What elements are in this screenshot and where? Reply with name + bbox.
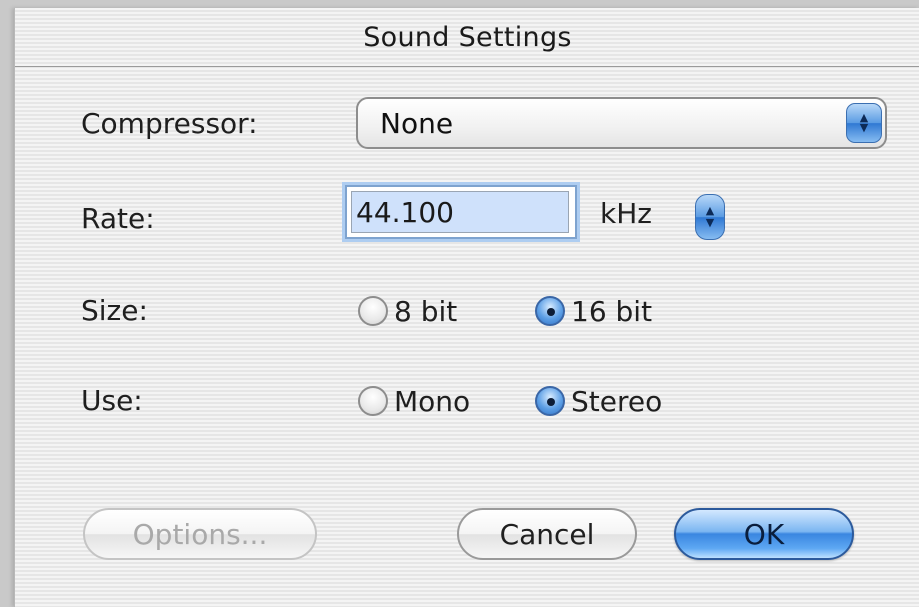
radio-unselected-icon <box>358 296 388 326</box>
title-bar[interactable]: Sound Settings <box>15 8 919 67</box>
rate-unit: kHz <box>600 197 652 230</box>
popup-arrows-icon: ▲ ▼ <box>846 103 882 143</box>
size-radio-8bit[interactable]: 8 bit <box>358 291 457 331</box>
compressor-value: None <box>380 107 454 140</box>
rate-field-focus-ring <box>345 185 577 239</box>
rate-input[interactable] <box>351 191 569 233</box>
radio-unselected-icon <box>358 386 388 416</box>
window-title: Sound Settings <box>363 22 572 53</box>
compressor-label: Compressor: <box>81 107 258 140</box>
stepper-down-icon[interactable]: ▼ <box>706 217 714 229</box>
size-label: Size: <box>81 294 148 327</box>
use-label: Use: <box>81 384 143 417</box>
options-button[interactable]: Options... <box>83 508 317 560</box>
use-radio-stereo[interactable]: Stereo <box>535 381 662 421</box>
size-radio-16bit-label: 16 bit <box>571 294 653 328</box>
sound-settings-dialog: Sound Settings Compressor: None ▲ ▼ Rate:… <box>14 8 919 607</box>
radio-selected-icon <box>535 386 565 416</box>
compressor-popup[interactable]: None ▲ ▼ <box>356 97 887 149</box>
cancel-button[interactable]: Cancel <box>457 508 637 560</box>
rate-stepper[interactable]: ▲ ▼ <box>695 194 725 240</box>
size-radio-8bit-label: 8 bit <box>394 294 458 328</box>
radio-selected-icon <box>535 296 565 326</box>
use-radio-mono[interactable]: Mono <box>358 381 470 421</box>
size-radio-16bit[interactable]: 16 bit <box>535 291 652 331</box>
rate-label: Rate: <box>81 202 155 235</box>
use-radio-stereo-label: Stereo <box>571 384 663 418</box>
use-radio-mono-label: Mono <box>394 384 471 418</box>
ok-button[interactable]: OK <box>674 508 854 560</box>
